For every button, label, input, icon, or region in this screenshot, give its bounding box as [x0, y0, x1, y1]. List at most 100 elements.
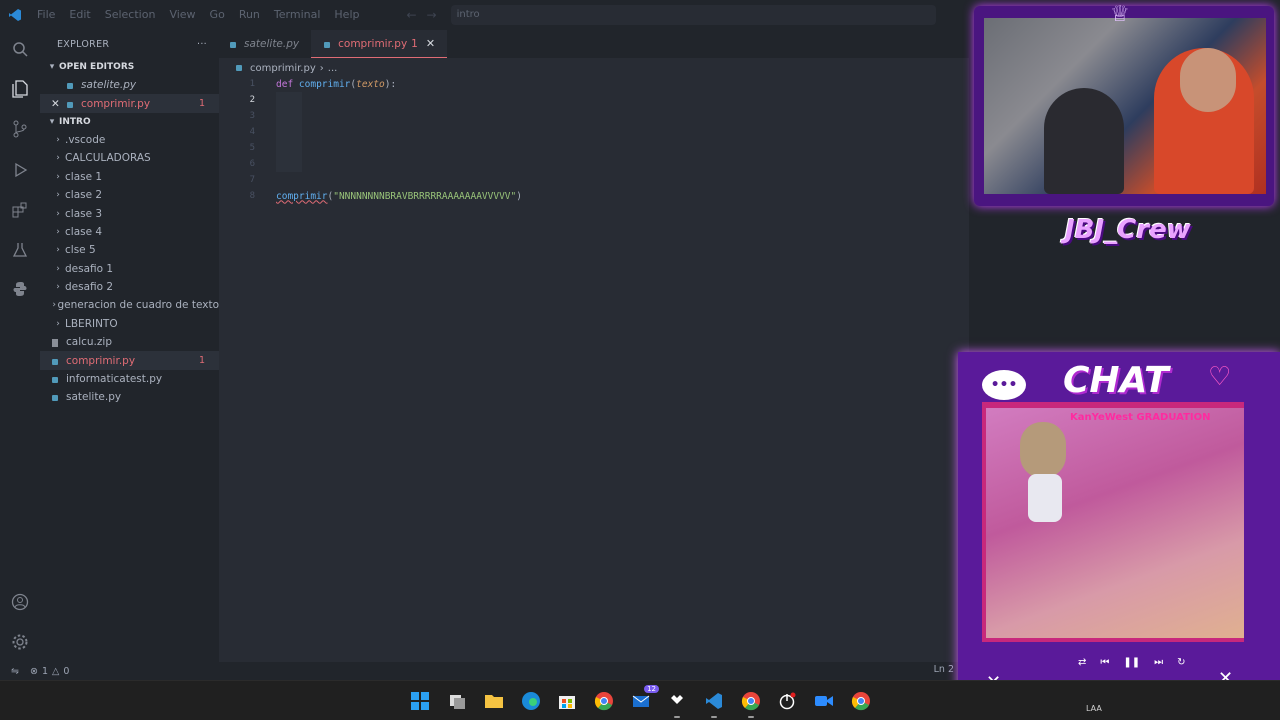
file-comprimir-py[interactable]: comprimir.py 1	[40, 351, 219, 370]
chevron-right-icon: ›	[56, 208, 60, 219]
line-number: 5	[249, 143, 255, 153]
file-informaticatest-py[interactable]: informaticatest.py	[40, 370, 219, 388]
video-app-icon[interactable]	[812, 689, 836, 713]
line-content: comprimir("NNNNNNNNBRAVBRRRRRAAAAAAAVVVV…	[276, 191, 522, 202]
code-line: 7	[219, 172, 969, 188]
chrome-icon[interactable]	[592, 689, 616, 713]
microsoft-store-icon[interactable]	[555, 689, 579, 713]
folder-label: clase 3	[65, 207, 103, 220]
menu-file[interactable]: File	[30, 0, 62, 30]
menu-selection[interactable]: Selection	[98, 0, 163, 30]
problems-indicator[interactable]: ⊗ 1 △ 0	[30, 666, 69, 677]
breadcrumb-file[interactable]: comprimir.py	[250, 63, 316, 74]
python-file-icon	[51, 375, 59, 384]
code-area[interactable]: 1 def comprimir(texto): 2 3 4 5 6 7 8 co…	[219, 76, 969, 204]
folder-header[interactable]: ▾ INTRO	[40, 113, 219, 131]
album-title: KanYeWest GRADUATION	[1070, 412, 1211, 423]
folder-label: LBERINTO	[65, 317, 118, 330]
folder-item[interactable]: › clase 2	[40, 186, 219, 204]
folder-item[interactable]: › .vscode	[40, 131, 219, 149]
settings-gear-icon[interactable]	[8, 630, 32, 654]
line-number: 8	[249, 191, 255, 201]
power-app-icon[interactable]	[775, 689, 799, 713]
tab-label: comprimir.py	[338, 37, 408, 50]
folder-item[interactable]: › clase 3	[40, 204, 219, 222]
file-explorer-icon[interactable]	[482, 689, 506, 713]
back-arrow-icon[interactable]: ←	[406, 8, 416, 22]
windows-taskbar: 12 LAA	[0, 680, 1280, 720]
menu-view[interactable]: View	[162, 0, 202, 30]
chrome-profile-icon[interactable]	[739, 689, 763, 718]
code-editor[interactable]: comprimir.py › ... 1 def comprimir(texto…	[219, 58, 969, 662]
more-actions-icon[interactable]: ···	[197, 39, 207, 50]
line-number: 3	[249, 111, 255, 121]
windows-start-icon[interactable]	[408, 689, 432, 713]
folder-label: clase 2	[65, 189, 103, 202]
heart-icon: ♡	[1208, 362, 1232, 392]
parameter: texto	[356, 78, 385, 90]
webcam-overlay: ♕ JBJ_Crew	[970, 0, 1280, 265]
tab-comprimir[interactable]: comprimir.py 1 ✕	[311, 30, 448, 58]
close-icon[interactable]: ✕	[426, 37, 435, 50]
mail-badge: 12	[644, 685, 659, 693]
running-indicator	[748, 716, 754, 718]
tab-satelite[interactable]: satelite.py	[219, 30, 311, 58]
tab-label: satelite.py	[244, 38, 300, 50]
menu-go[interactable]: Go	[203, 0, 232, 30]
shuffle-icon[interactable]: ⇄	[1078, 657, 1086, 668]
account-icon[interactable]	[8, 590, 32, 614]
file-satelite-py[interactable]: satelite.py	[40, 388, 219, 406]
source-control-icon[interactable]	[8, 117, 32, 141]
folder-item[interactable]: › clse 5	[40, 241, 219, 259]
open-editor-label: satelite.py	[81, 79, 137, 92]
open-editor-comprimir[interactable]: ✕ comprimir.py 1	[40, 94, 219, 113]
keyboard-language[interactable]: LAA	[1086, 704, 1102, 713]
open-editors-header[interactable]: ▾ OPEN EDITORS	[40, 58, 219, 76]
run-debug-icon[interactable]	[8, 158, 32, 182]
remote-icon[interactable]: ⇋	[0, 666, 30, 677]
explorer-files-icon[interactable]	[8, 77, 32, 101]
folder-item[interactable]: › generacion de cuadro de texto	[40, 296, 219, 314]
repeat-icon[interactable]: ↻	[1177, 657, 1185, 668]
folder-item[interactable]: › desafio 1	[40, 260, 219, 278]
edge-browser-icon[interactable]	[519, 689, 543, 713]
previous-icon[interactable]: ⏮	[1100, 657, 1109, 668]
folder-item[interactable]: › clase 4	[40, 223, 219, 241]
pause-icon[interactable]: ❚❚	[1123, 657, 1140, 668]
search-icon[interactable]	[8, 37, 32, 61]
code-line: 8 comprimir("NNNNNNNNBRAVBRRRRRAAAAAAAVV…	[219, 188, 969, 204]
breadcrumb-rest[interactable]: ...	[328, 63, 338, 74]
folder-item[interactable]: › LBERINTO	[40, 315, 219, 333]
webcam-face	[1180, 48, 1236, 112]
command-center-search[interactable]: intro	[450, 5, 936, 25]
mail-app-icon[interactable]: 12	[629, 685, 659, 713]
menu-terminal[interactable]: Terminal	[267, 0, 328, 30]
error-count: 1	[41, 665, 49, 677]
python-icon[interactable]	[8, 277, 32, 301]
task-view-icon[interactable]	[446, 689, 470, 713]
file-label: satelite.py	[66, 391, 122, 404]
extensions-icon[interactable]	[8, 198, 32, 222]
cursor-position[interactable]: Ln 2	[934, 664, 954, 675]
folder-item[interactable]: › desafio 2	[40, 278, 219, 296]
folder-item[interactable]: › clase 1	[40, 168, 219, 186]
menu-run[interactable]: Run	[232, 0, 267, 30]
crew-logo-text: JBJ_Crew	[1065, 215, 1191, 245]
tidal-icon[interactable]	[665, 689, 689, 718]
file-calcu-zip[interactable]: calcu.zip	[40, 333, 219, 351]
testing-flask-icon[interactable]	[8, 238, 32, 262]
bear-body	[1028, 474, 1062, 522]
chrome-alt-icon[interactable]	[849, 689, 873, 713]
next-icon[interactable]: ⏭	[1154, 657, 1163, 668]
line-number: 4	[249, 127, 255, 137]
vscode-taskbar-icon[interactable]	[702, 689, 726, 718]
forward-arrow-icon[interactable]: →	[427, 8, 437, 22]
folder-item[interactable]: › CALCULADORAS	[40, 149, 219, 167]
line-number: 6	[249, 159, 255, 169]
close-icon[interactable]: ✕	[51, 98, 66, 110]
code-line: 5	[219, 140, 969, 156]
code-line: 3	[219, 108, 969, 124]
menu-edit[interactable]: Edit	[62, 0, 97, 30]
open-editor-satelite[interactable]: satelite.py	[40, 76, 219, 94]
menu-help[interactable]: Help	[327, 0, 366, 30]
